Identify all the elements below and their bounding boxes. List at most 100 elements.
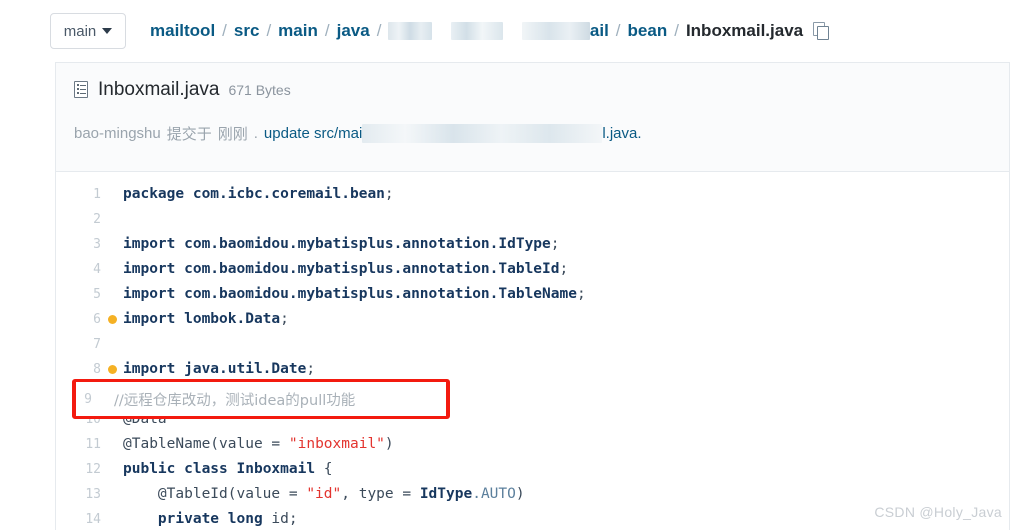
code-token: .AUTO xyxy=(472,486,516,502)
breadcrumb-separator xyxy=(510,21,515,41)
breadcrumb-separator xyxy=(439,21,444,41)
code-token: lombok.Data xyxy=(184,311,281,327)
code-line: 11 @TableName(value = "inboxmail") xyxy=(56,432,1009,457)
copy-path-icon[interactable] xyxy=(813,22,830,40)
file-icon-bullet xyxy=(76,84,79,87)
code-line: 2 xyxy=(56,207,1009,232)
watermark: CSDN @Holy_Java xyxy=(874,504,1002,520)
breadcrumb-separator: / xyxy=(324,21,330,40)
file-panel: Inboxmail.java 671 Bytes bao-mingshu 提交于… xyxy=(55,62,1010,530)
file-header: Inboxmail.java 671 Bytes bao-mingshu 提交于… xyxy=(56,63,1009,172)
code-line-content: private long id; xyxy=(123,507,298,532)
code-line: 5 import com.baomidou.mybatisplus.annotat… xyxy=(56,282,1009,307)
code-line-number: 6 xyxy=(93,312,101,327)
code-line: 7 xyxy=(56,332,1009,357)
breadcrumb-item-main[interactable]: main xyxy=(278,21,318,41)
code-line: 6 import lombok.Data; xyxy=(56,307,1009,332)
breadcrumb-item-bean[interactable]: bean xyxy=(628,21,668,41)
code-token: import xyxy=(123,286,185,302)
file-icon-line xyxy=(80,88,86,91)
commit-message[interactable]: update src/mai xyxy=(264,125,362,142)
file-icon-line xyxy=(80,84,86,87)
warning-dot-icon xyxy=(107,365,117,374)
file-size: 671 Bytes xyxy=(228,82,291,98)
code-line-marker-slot xyxy=(101,365,123,374)
branch-selector-button[interactable]: main xyxy=(50,13,126,49)
code-token: Inboxmail xyxy=(236,461,316,477)
code-line: 13 @TableId(value = "id", type = IdType.… xyxy=(56,482,1009,507)
breadcrumb-item-mailtool[interactable]: mailtool xyxy=(150,21,215,41)
code-token: ; xyxy=(288,511,298,527)
commit-message-redacted xyxy=(362,124,603,143)
code-token: ) xyxy=(515,486,525,502)
file-title-row: Inboxmail.java 671 Bytes xyxy=(56,79,1009,101)
code-line-number: 1 xyxy=(93,187,101,202)
code-line-number: 3 xyxy=(93,237,101,252)
code-token: ; xyxy=(550,236,560,252)
code-line-content: import java.util.Date; xyxy=(123,357,315,382)
code-token: com.baomidou.mybatisplus.annotation.Tabl… xyxy=(184,261,560,277)
breadcrumb-item-redacted xyxy=(451,22,504,40)
code-token: ; xyxy=(576,286,586,302)
file-name: Inboxmail.java xyxy=(98,79,220,100)
code-viewer[interactable]: 1 package com.icbc.coremail.bean; 2 3 import… xyxy=(56,172,1009,532)
branch-selector-label: main xyxy=(63,22,97,40)
annotated-code-comment: //远程仓库改动，测试idea的pull功能 xyxy=(114,392,356,409)
commit-info-row: bao-mingshu 提交于 刚刚 . update src/mai l.ja… xyxy=(56,123,1009,144)
code-line-number: 14 xyxy=(85,512,101,527)
code-token: id xyxy=(271,511,289,527)
breadcrumb-item-current-file: Inboxmail.java xyxy=(685,21,804,40)
commit-action-label: 提交于 xyxy=(166,126,212,143)
code-line-number: 13 xyxy=(85,487,101,502)
file-icon-bullet xyxy=(76,88,79,91)
code-line: 3 import com.baomidou.mybatisplus.annotat… xyxy=(56,232,1009,257)
code-line: 1 package com.icbc.coremail.bean; xyxy=(56,182,1009,207)
breadcrumb-item-java[interactable]: java xyxy=(337,21,370,41)
breadcrumb-separator: / xyxy=(266,21,272,40)
code-token: public class xyxy=(123,461,237,477)
breadcrumb-item-src[interactable]: src xyxy=(234,21,260,41)
code-token: private long xyxy=(123,511,272,527)
code-line-content: import com.baomidou.mybatisplus.annotati… xyxy=(123,282,586,307)
breadcrumb-item-ail[interactable]: ail xyxy=(590,21,609,41)
code-line: 4 import com.baomidou.mybatisplus.annotat… xyxy=(56,257,1009,282)
breadcrumb-item-redacted xyxy=(388,22,433,40)
commit-message-tail[interactable]: l.java. xyxy=(602,125,641,142)
code-token: import xyxy=(123,236,185,252)
code-line-content: package com.icbc.coremail.bean; xyxy=(123,182,394,207)
code-token: ; xyxy=(384,186,394,202)
code-line-content: import com.baomidou.mybatisplus.annotati… xyxy=(123,257,568,282)
code-line-number: 2 xyxy=(93,212,101,227)
code-line-number: 5 xyxy=(93,287,101,302)
code-line-number: 12 xyxy=(85,462,101,477)
code-token: com.baomidou.mybatisplus.annotation.Tabl… xyxy=(184,286,577,302)
code-line-content: import lombok.Data; xyxy=(123,307,289,332)
code-token: "id" xyxy=(306,486,342,502)
breadcrumb-separator: / xyxy=(376,21,382,40)
code-token: java.util.Date xyxy=(184,361,307,377)
code-line-number: 7 xyxy=(93,337,101,352)
file-document-icon xyxy=(74,80,90,100)
code-token: import xyxy=(123,311,185,327)
code-token: { xyxy=(315,461,333,477)
breadcrumb-toolbar: main mailtool / src / main / java / ail … xyxy=(0,0,1026,62)
code-token: ; xyxy=(280,311,289,327)
chevron-down-icon xyxy=(102,28,113,34)
code-token: ; xyxy=(559,261,569,277)
code-token: @TableId(value = xyxy=(123,486,307,502)
breadcrumb-separator: / xyxy=(222,21,227,40)
code-line-number: 11 xyxy=(85,437,101,452)
annotated-code-line-number: 9 xyxy=(84,391,92,407)
code-token: @TableName(value = xyxy=(123,436,289,452)
code-line: 12 public class Inboxmail { xyxy=(56,457,1009,482)
code-token: , type = xyxy=(341,486,420,502)
file-icon-bullet xyxy=(76,92,79,95)
code-token: "inboxmail" xyxy=(288,436,385,452)
commit-author[interactable]: bao-mingshu xyxy=(74,125,161,142)
breadcrumb-separator: / xyxy=(615,21,621,40)
code-line: 8 import java.util.Date; xyxy=(56,357,1009,382)
red-annotation-box-cover: 9 //远程仓库改动，测试idea的pull功能 xyxy=(76,382,446,416)
code-token: com.baomidou.mybatisplus.annotation.IdTy… xyxy=(184,236,551,252)
code-line-content: import com.baomidou.mybatisplus.annotati… xyxy=(123,232,560,257)
code-line-content: @TableName(value = "inboxmail") xyxy=(123,432,394,457)
